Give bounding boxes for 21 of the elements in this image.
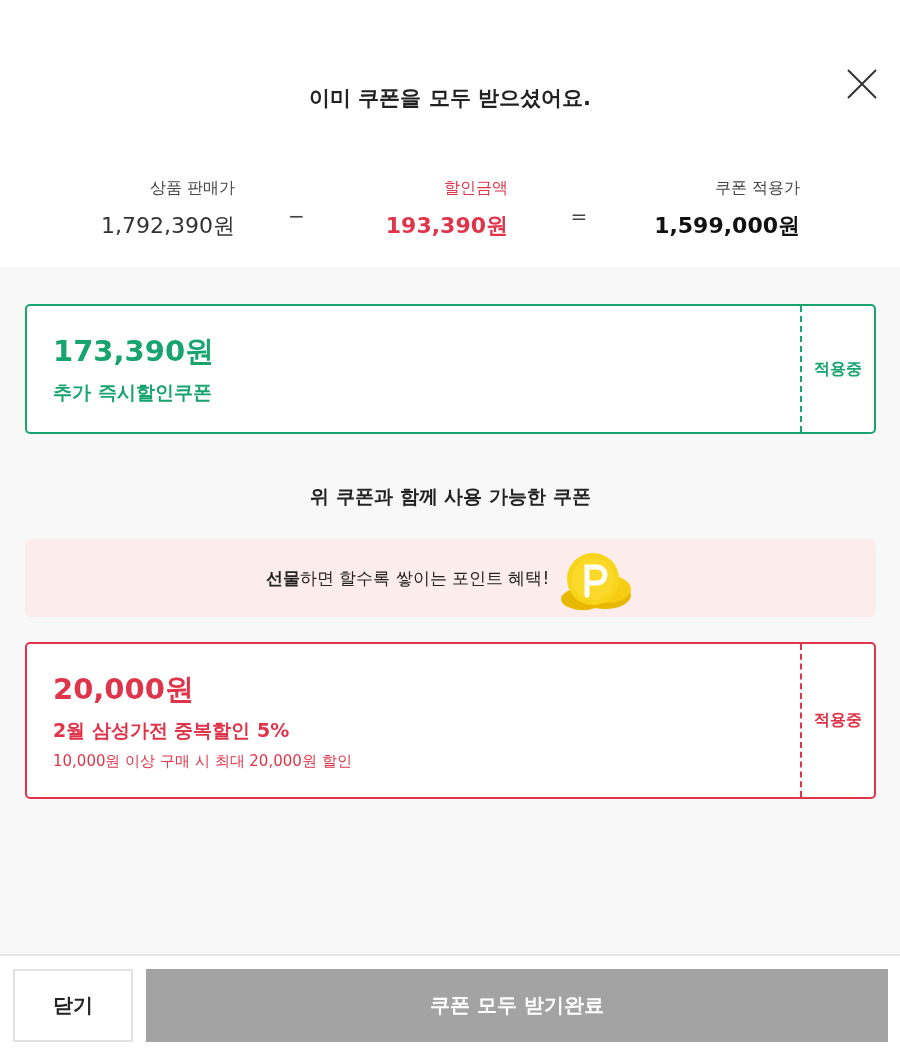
summary-value: 193,390원 [385, 212, 508, 240]
summary-value: 1,792,390원 [101, 212, 235, 240]
banner-text: 선물하면 할수록 쌓이는 포인트 혜택! [265, 566, 550, 590]
coupon-status: 적용중 [814, 710, 862, 731]
section-title: 위 쿠폰과 함께 사용 가능한 쿠폰 [310, 484, 591, 509]
coupon-condition: 10,000원 이상 구매 시 최대 20,000원 할인 [53, 752, 353, 771]
operator-sign: = [569, 203, 589, 230]
coupon-name: 2월 삼성가전 중복할인 5% [53, 718, 291, 743]
operator-sign: − [287, 203, 306, 230]
coupon-status: 적용중 [814, 358, 862, 380]
promo-banner[interactable]: 선물하면 할수록 쌓이는 포인트 혜택! [25, 539, 876, 617]
dialog-title: 이미 쿠폰을 모두 받으셨어요. [309, 85, 591, 112]
summary-label: 상품 판매가 [149, 178, 235, 199]
close-icon[interactable] [846, 68, 878, 100]
coupon-amount: 173,390원 [53, 333, 216, 370]
summary-value: 1,599,000원 [654, 212, 800, 240]
summary-label: 할인금액 [444, 178, 508, 199]
summary-label: 쿠폰 적용가 [714, 178, 800, 199]
coupon-name: 추가 즉시할인쿠폰 [53, 380, 213, 405]
close-button[interactable]: 닫기 [13, 969, 133, 1042]
coupon-amount: 20,000원 [53, 671, 195, 708]
